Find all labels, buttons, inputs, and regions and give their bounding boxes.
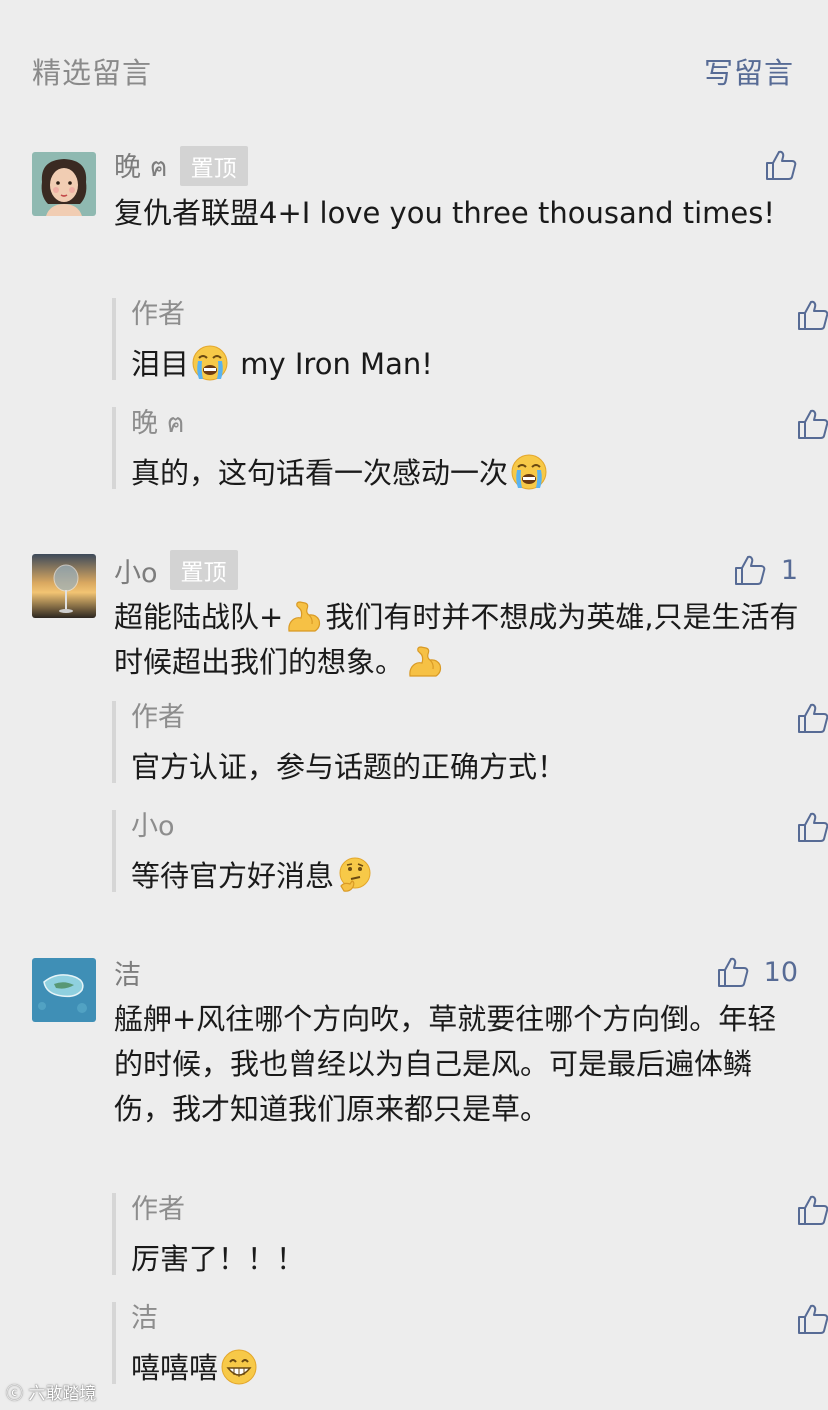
thumbs-up-icon [796, 407, 828, 441]
reply-author-name: 作者 [131, 702, 185, 733]
reply-author-name: 晚 ฅ [131, 408, 185, 439]
flexed-biceps-emoji [285, 597, 323, 635]
reply: 晚 ฅ 真的，这句话看一次感动一次 [112, 407, 806, 490]
reply-author-name: 小o [131, 811, 175, 842]
author-reply: 作者 泪目 my Iron Man! [112, 298, 806, 381]
comment-text: 艋舺+风往哪个方向吹，草就要往哪个方向倒。年轻的时候，我也曾经以为自己是风。可是… [114, 1002, 777, 1126]
like-count: 10 [763, 956, 798, 988]
watermark-logo-icon: ⓒ [6, 1384, 23, 1404]
like-button[interactable] [764, 148, 798, 182]
thumbs-up-icon [796, 810, 828, 844]
grinning-face-emoji [220, 1348, 258, 1386]
avatar[interactable] [32, 554, 96, 618]
comment-text: 超能陆战队+ 我们有时并不想成为英雄,只是生活有时候超出我们的想象。 [114, 595, 804, 685]
like-button[interactable] [796, 1302, 828, 1340]
thumbs-up-icon [764, 148, 798, 182]
commenter-name: 晚 ฅ [114, 151, 168, 183]
thumbs-up-icon [796, 1193, 828, 1227]
reply: 洁 嘻嘻嘻 [112, 1302, 806, 1385]
featured-comments-title: 精选留言 [32, 56, 153, 90]
thumbs-up-icon [733, 553, 767, 587]
avatar[interactable] [32, 958, 96, 1022]
pinned-badge: 置顶 [179, 146, 248, 186]
like-button[interactable] [796, 407, 828, 445]
reply: 小o 等待官方好消息 [112, 810, 806, 893]
reply-text: 泪目 my Iron Man! [131, 344, 433, 384]
reply-author-name: 作者 [131, 299, 185, 330]
thumbs-up-icon [796, 1302, 828, 1336]
comments-header: 精选留言 写留言 [32, 50, 794, 94]
reply-text: 嘻嘻嘻 [131, 1348, 260, 1388]
like-button[interactable]: 1 [733, 553, 798, 587]
comment-header: 洁 [114, 952, 141, 992]
comment-text: 复仇者联盟4+I love you three thousand times! [114, 196, 775, 230]
crying-face-emoji [510, 453, 548, 491]
author-reply: 作者 厉害了！！！ [112, 1193, 806, 1276]
crying-face-emoji [191, 344, 229, 382]
commenter-name: 小o [114, 557, 158, 589]
comment-header: 小o 置顶 [114, 550, 238, 590]
pinned-badge: 置顶 [169, 550, 238, 590]
avatar[interactable] [32, 152, 96, 216]
thumbs-up-icon [796, 298, 828, 332]
reply-text: 等待官方好消息 [131, 856, 376, 896]
like-button[interactable]: 10 [716, 955, 798, 989]
reply-author-name: 作者 [131, 1194, 185, 1225]
author-reply: 作者 官方认证，参与话题的正确方式！ [112, 701, 806, 784]
reply-text: 真的，这句话看一次感动一次 [131, 453, 550, 493]
like-button[interactable] [796, 810, 828, 848]
commenter-name: 洁 [114, 959, 141, 991]
like-count: 1 [780, 554, 798, 586]
flexed-biceps-emoji [406, 642, 444, 680]
thumbs-up-icon [796, 701, 828, 735]
reply-author-name: 洁 [131, 1303, 158, 1334]
thumbs-up-icon [716, 955, 750, 989]
like-button[interactable] [796, 701, 828, 739]
thinking-face-emoji [336, 856, 374, 894]
like-button[interactable] [796, 1193, 828, 1231]
watermark: ⓒ 六敢踏境 [6, 1384, 97, 1404]
write-comment-link[interactable]: 写留言 [704, 50, 794, 92]
reply-text: 官方认证，参与话题的正确方式！ [131, 750, 567, 784]
like-button[interactable] [796, 298, 828, 336]
reply-text: 厉害了！！！ [131, 1242, 306, 1276]
comment-header: 晚 ฅ 置顶 [114, 146, 248, 186]
